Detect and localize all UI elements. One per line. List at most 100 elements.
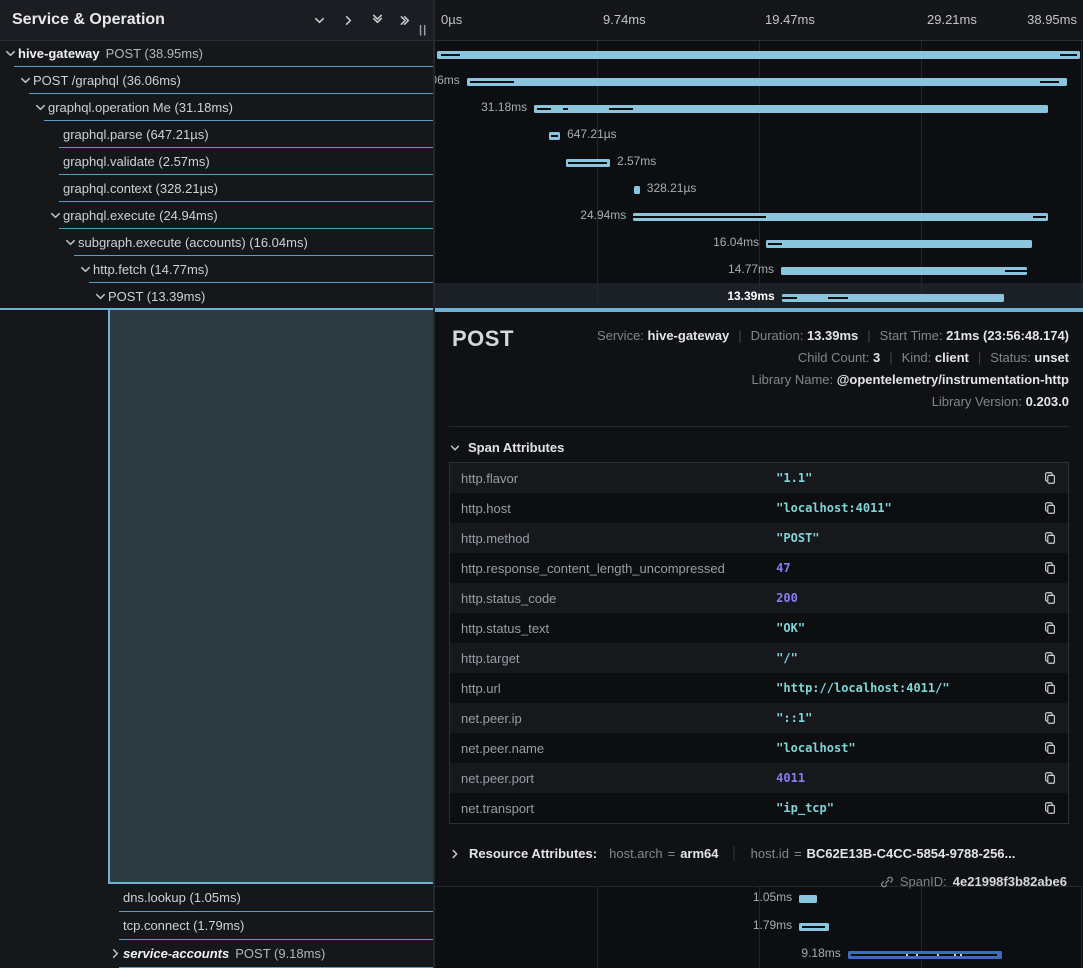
span-duration-bar[interactable] — [782, 294, 1004, 302]
meta-label: Service: — [597, 328, 648, 343]
span-tree-row[interactable]: graphql.execute (24.94ms) — [0, 202, 433, 229]
copy-icon[interactable] — [1032, 651, 1068, 665]
panel-divider[interactable] — [433, 0, 435, 968]
attribute-row: http.status_code200 — [450, 583, 1068, 613]
span-duration-bar[interactable] — [799, 895, 817, 903]
copy-icon[interactable] — [1032, 561, 1068, 575]
span-duration-bar[interactable] — [534, 105, 1048, 113]
span-timeline-row[interactable]: 647.21µs — [435, 121, 1083, 148]
expand-one-icon[interactable] — [342, 14, 355, 27]
meta-value: 13.39ms — [807, 328, 858, 343]
chevron-down-icon[interactable] — [94, 290, 108, 303]
chevron-down-icon[interactable] — [4, 47, 18, 60]
span-duration-label: 2.57ms — [617, 148, 656, 175]
collapse-one-icon[interactable] — [313, 14, 326, 27]
copy-icon[interactable] — [1032, 771, 1068, 785]
span-duration-bar[interactable] — [634, 186, 640, 194]
span-id-value: 4e21998f3b82abe6 — [953, 874, 1067, 889]
attribute-key: http.target — [450, 651, 776, 666]
copy-icon[interactable] — [1032, 801, 1068, 815]
child-span-dot — [937, 954, 939, 956]
span-timeline-row[interactable]: 31.18ms — [435, 94, 1083, 121]
panel-resize-handle[interactable]: || — [419, 24, 427, 36]
span-duration-bar[interactable] — [799, 923, 829, 931]
child-span-mark — [828, 297, 848, 299]
span-tree-row[interactable]: tcp.connect (1.79ms) — [0, 912, 433, 940]
attribute-key: http.status_text — [450, 621, 776, 636]
span-tree-row[interactable]: graphql.operation Me (31.18ms) — [0, 94, 433, 121]
attribute-key: http.url — [450, 681, 776, 696]
copy-icon[interactable] — [1032, 471, 1068, 485]
copy-icon[interactable] — [1032, 621, 1068, 635]
attribute-value: "localhost:4011" — [776, 501, 1032, 515]
chevron-down-icon[interactable] — [19, 74, 33, 87]
child-span-mark — [802, 926, 825, 928]
copy-icon[interactable] — [1032, 591, 1068, 605]
attribute-value: 4011 — [776, 771, 1032, 785]
copy-icon[interactable] — [1032, 741, 1068, 755]
span-timeline-row[interactable]: 38.95ms — [435, 40, 1083, 67]
attribute-key: http.flavor — [450, 471, 776, 486]
span-timeline-row[interactable]: 1.79ms — [435, 912, 1083, 940]
span-timeline-row[interactable]: 9.18ms — [435, 940, 1083, 968]
span-duration-bar[interactable] — [633, 213, 1048, 221]
attribute-value: "::1" — [776, 711, 1032, 725]
span-duration-bar[interactable] — [781, 267, 1027, 275]
span-tree-row[interactable]: dns.lookup (1.05ms) — [0, 884, 433, 912]
child-span-mark — [633, 216, 766, 218]
child-span-mark — [441, 54, 460, 56]
copy-icon[interactable] — [1032, 711, 1068, 725]
chevron-down-icon[interactable] — [34, 101, 48, 114]
chevron-down-icon[interactable] — [49, 209, 63, 222]
chevron-down-icon[interactable] — [64, 236, 78, 249]
span-attributes-toggle[interactable]: Span Attributes — [449, 440, 564, 455]
attribute-value: "OK" — [776, 621, 1032, 635]
operation-name: dns.lookup (1.05ms) — [123, 890, 241, 905]
attribute-row: net.peer.port4011 — [450, 763, 1068, 793]
span-tree-row[interactable]: POST /graphql (36.06ms) — [0, 67, 433, 94]
attribute-value: "ip_tcp" — [776, 801, 1032, 815]
tree-header-title: Service & Operation — [12, 11, 165, 29]
child-span-mark — [609, 108, 633, 110]
span-timeline-row[interactable]: 13.39ms — [435, 283, 1083, 310]
span-tree-row[interactable]: POST (13.39ms) — [0, 283, 433, 310]
chevron-right-icon[interactable] — [109, 947, 123, 960]
span-tree-row[interactable]: hive-gatewayPOST (38.95ms) — [0, 40, 433, 67]
collapse-all-icon[interactable] — [371, 14, 384, 27]
span-duration-label: 13.39ms — [727, 283, 774, 310]
span-timeline-row[interactable]: 24.94ms — [435, 202, 1083, 229]
span-tree-row[interactable]: graphql.parse (647.21µs) — [0, 121, 433, 148]
operation-name: graphql.validate (2.57ms) — [63, 154, 210, 169]
span-tree-row[interactable]: subgraph.execute (accounts) (16.04ms) — [0, 229, 433, 256]
chevron-down-icon[interactable] — [79, 263, 93, 276]
span-tree-row[interactable]: service-accountsPOST (9.18ms) — [0, 940, 433, 968]
resource-attributes-toggle[interactable]: Resource Attributes: — [469, 846, 597, 861]
span-detail-panel: POST Service: hive-gateway|Duration: 13.… — [435, 310, 1083, 887]
span-timeline-row[interactable]: 16.04ms — [435, 229, 1083, 256]
span-duration-bar[interactable] — [549, 132, 560, 140]
span-timeline-row[interactable]: 2.57ms — [435, 148, 1083, 175]
span-duration-bar[interactable] — [848, 951, 1002, 959]
span-timeline-row[interactable]: 36.06ms — [435, 67, 1083, 94]
span-timeline-row[interactable]: 14.77ms — [435, 256, 1083, 283]
timeline-tick-label: 38.95ms — [1027, 0, 1077, 40]
copy-icon[interactable] — [1032, 501, 1068, 515]
copy-icon[interactable] — [1032, 681, 1068, 695]
span-duration-bar[interactable] — [467, 78, 1067, 86]
meta-value: 21ms (23:56:48.174) — [946, 328, 1069, 343]
span-duration-label: 14.77ms — [728, 256, 774, 283]
copy-icon[interactable] — [1032, 531, 1068, 545]
span-duration-bar[interactable] — [766, 240, 1032, 248]
span-tree-row[interactable]: http.fetch (14.77ms) — [0, 256, 433, 283]
span-tree-row[interactable]: graphql.validate (2.57ms) — [0, 148, 433, 175]
span-id-row: SpanID: 4e21998f3b82abe6 — [880, 874, 1067, 889]
span-tree-row[interactable]: graphql.context (328.21µs) — [0, 175, 433, 202]
link-icon[interactable] — [880, 875, 894, 889]
chevron-right-icon[interactable] — [449, 848, 461, 860]
span-timeline-row[interactable]: 328.21µs — [435, 175, 1083, 202]
child-span-mark — [551, 135, 559, 137]
span-duration-label: 647.21µs — [567, 121, 617, 148]
span-duration-bar[interactable] — [437, 51, 1080, 59]
expand-all-icon[interactable] — [400, 14, 413, 27]
span-duration-bar[interactable] — [566, 159, 610, 167]
